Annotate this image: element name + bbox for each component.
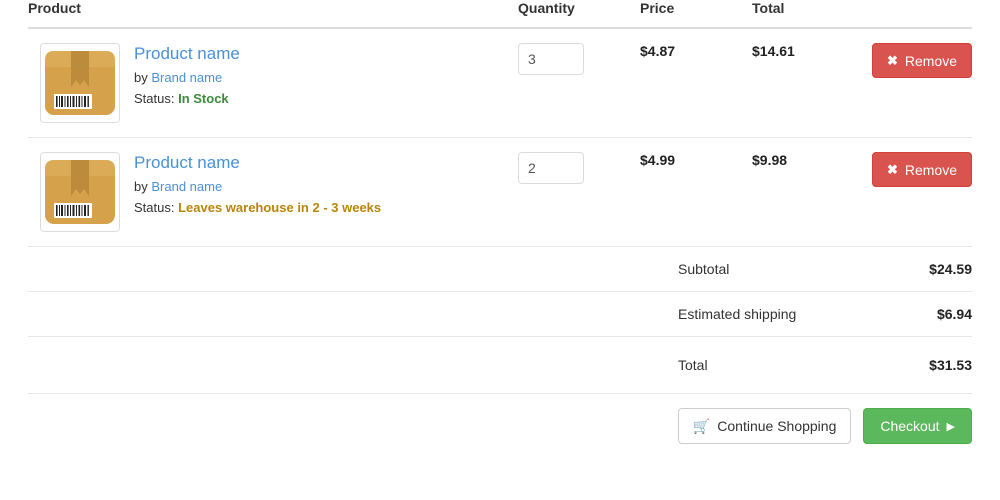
shipping-row: Estimated shipping $6.94 [28,291,972,337]
brand-prefix: by [134,70,148,85]
column-header-quantity: Quantity [518,0,640,29]
shipping-label: Estimated shipping [678,291,858,337]
action-cell: ✖ Remove [866,137,972,246]
cart-summary-table: Subtotal $24.59 Estimated shipping $6.94… [28,246,972,444]
grand-total-row: Total $31.53 [28,336,972,394]
quantity-input[interactable] [518,152,584,184]
brand-name-link[interactable]: Brand name [151,70,222,85]
product-thumbnail[interactable] [40,152,120,232]
checkout-label: Checkout [880,418,940,434]
brand-prefix: by [134,179,148,194]
product-name-link[interactable]: Product name [134,44,240,64]
table-row: Product name by Brand name Status: Leave… [28,137,972,246]
package-box-icon [45,51,115,115]
grand-total-label: Total [678,336,858,394]
column-header-total: Total [752,0,866,29]
product-thumbnail[interactable] [40,43,120,123]
cart-items-table: Product Quantity Price Total Product nam… [28,0,972,246]
continue-shopping-label: Continue Shopping [717,418,837,434]
shopping-cart-container: Product Quantity Price Total Product nam… [0,0,1000,500]
product-status-line: Status: In Stock [134,90,240,108]
remove-button-label: Remove [904,161,958,178]
status-badge: In Stock [178,91,229,106]
status-label: Status: [134,91,175,106]
brand-name-link[interactable]: Brand name [151,179,222,194]
product-status-line: Status: Leaves warehouse in 2 - 3 weeks [134,199,381,217]
status-label: Status: [134,200,175,215]
summary-spacer [28,336,678,394]
continue-shopping-button[interactable]: 🛒 Continue Shopping [677,408,852,444]
grand-total-value: $31.53 [858,336,972,394]
column-header-price: Price [640,0,752,29]
product-brand-line: by Brand name [134,178,381,196]
column-header-action [866,0,972,29]
table-row: Product name by Brand name Status: In St… [28,28,972,138]
cart-table-header-row: Product Quantity Price Total [28,0,972,29]
times-icon: ✖ [886,161,898,177]
unit-price: $4.87 [640,43,676,59]
quantity-cell [518,137,640,246]
subtotal-label: Subtotal [678,246,858,292]
line-total: $14.61 [752,43,795,59]
unit-price: $4.99 [640,137,752,246]
status-badge: Leaves warehouse in 2 - 3 weeks [178,200,382,215]
summary-spacer [28,291,678,337]
product-cell: Product name by Brand name Status: Leave… [28,137,518,246]
summary-spacer [28,246,678,292]
remove-button[interactable]: ✖ Remove [872,152,972,187]
times-icon: ✖ [886,52,898,68]
product-brand-line: by Brand name [134,69,240,87]
cart-actions-row: 🛒 Continue Shopping Checkout ▶ [28,393,972,444]
column-header-product: Product [28,0,518,29]
play-arrow-icon: ▶ [946,420,955,433]
subtotal-row: Subtotal $24.59 [28,246,972,292]
remove-button[interactable]: ✖ Remove [872,43,972,78]
product-name-link[interactable]: Product name [134,153,381,173]
line-total: $9.98 [752,137,866,246]
cart-actions-cell: 🛒 Continue Shopping Checkout ▶ [28,393,972,444]
shopping-cart-icon: 🛒 [692,417,711,434]
subtotal-value: $24.59 [858,246,972,292]
shipping-value: $6.94 [858,291,972,337]
remove-button-label: Remove [904,52,958,69]
checkout-button[interactable]: Checkout ▶ [863,408,972,444]
quantity-cell [518,28,640,138]
action-cell: ✖ Remove [866,28,972,138]
package-box-icon [45,160,115,224]
quantity-input[interactable] [518,43,584,75]
product-cell: Product name by Brand name Status: In St… [28,28,518,138]
